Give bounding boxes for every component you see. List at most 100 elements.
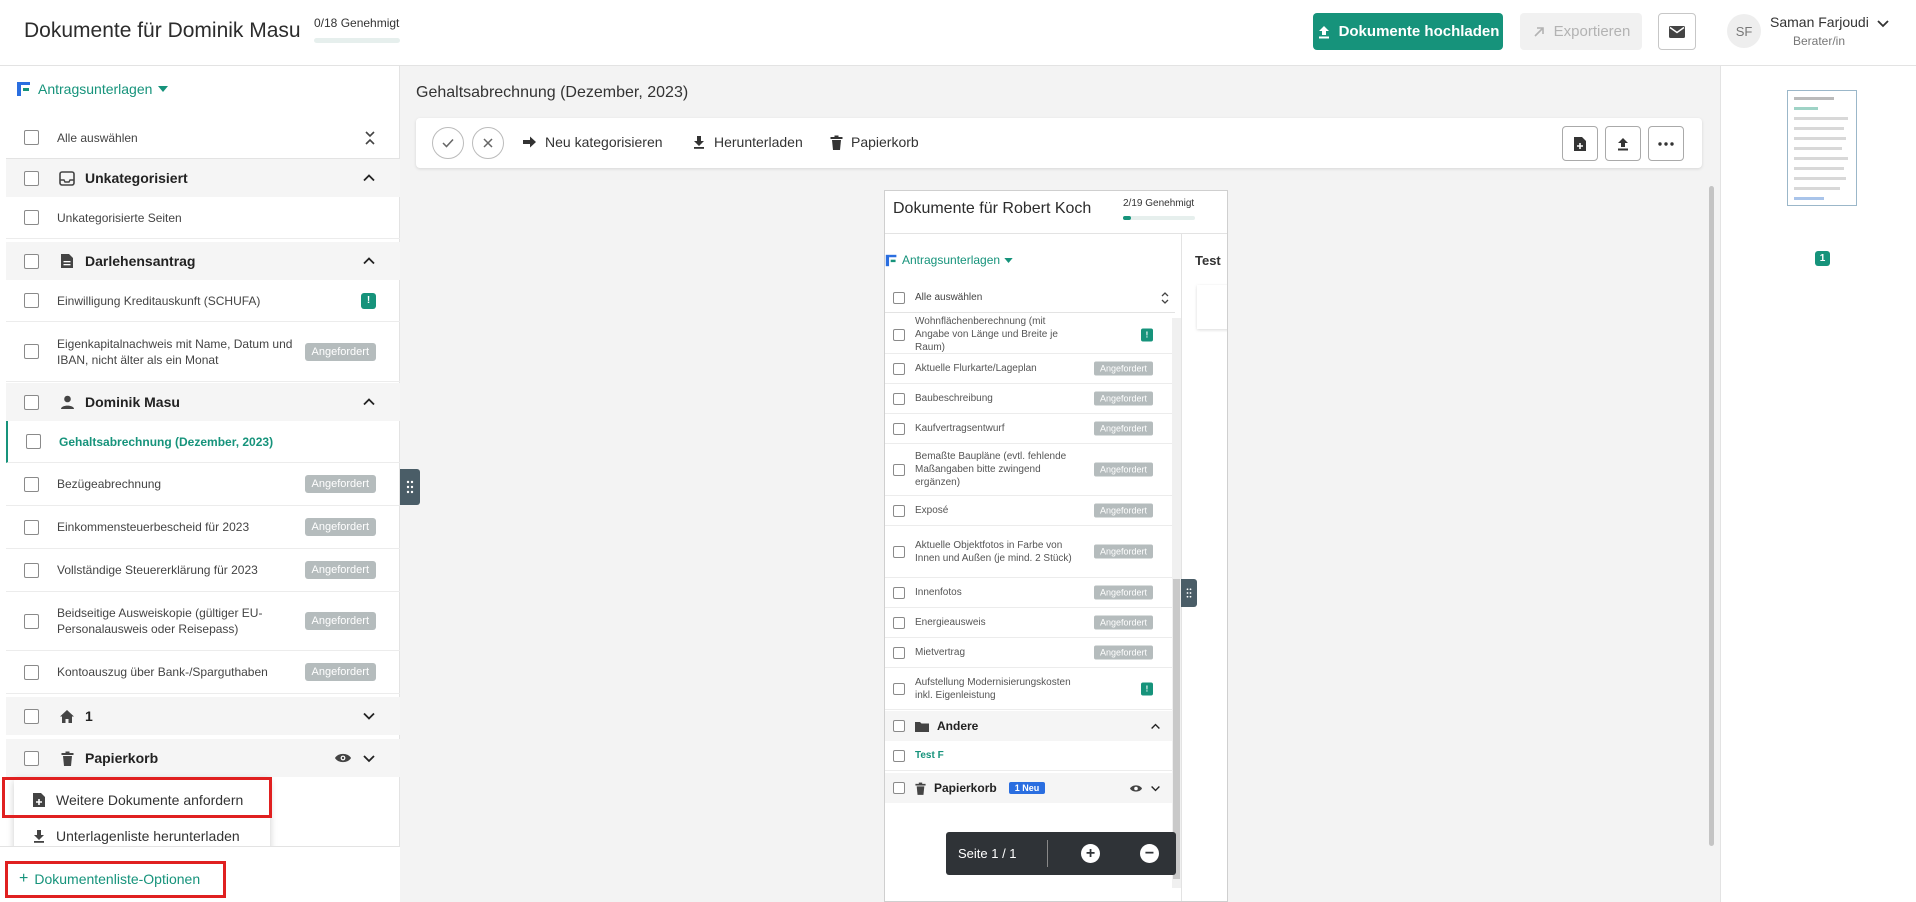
- status-badge: Angefordert: [1093, 544, 1153, 558]
- sidebar-item-schufa[interactable]: Einwilligung Kreditauskunft (SCHUFA) !: [6, 280, 400, 322]
- item-checkbox[interactable]: [24, 519, 39, 535]
- viewer-scrollbar[interactable]: [1709, 186, 1714, 846]
- chevron-up-icon[interactable]: [362, 257, 376, 266]
- preview-checkbox: [893, 545, 905, 558]
- inbox-icon: [57, 170, 77, 186]
- preview-item-label: Energieausweis: [915, 617, 986, 628]
- group-checkbox[interactable]: [24, 708, 39, 724]
- section-selector-label: Antragsunterlagen: [38, 81, 153, 97]
- export-button[interactable]: Exportieren: [1520, 13, 1642, 50]
- sidebar-item-eigenkapitalnachweis[interactable]: Eigenkapitalnachweis mit Name, Datum und…: [6, 322, 400, 382]
- item-checkbox[interactable]: [24, 210, 39, 225]
- thumb-line: [1794, 107, 1818, 110]
- chevron-down-icon[interactable]: [362, 712, 376, 721]
- item-checkbox[interactable]: [24, 344, 39, 359]
- user-name[interactable]: Saman Farjoudi: [1770, 14, 1869, 30]
- upload-icon: [1318, 25, 1329, 38]
- upload-page-button[interactable]: [1605, 126, 1641, 161]
- user-menu-chevron[interactable]: [1876, 16, 1890, 34]
- plus-icon: +: [19, 870, 29, 887]
- download-button[interactable]: Herunterladen: [692, 134, 803, 150]
- preview-approval-bar-fill: [1123, 216, 1131, 220]
- item-checkbox[interactable]: [24, 613, 39, 629]
- preview-section-selector: Antragsunterlagen: [885, 253, 1013, 267]
- page-number-badge: 1: [1815, 251, 1830, 266]
- sidebar-resize-handle[interactable]: [400, 469, 420, 505]
- page-indicator: Seite 1 / 1: [958, 846, 1017, 861]
- download-document-list-item[interactable]: Unterlagenliste herunterladen: [32, 828, 240, 844]
- download-label: Herunterladen: [714, 134, 803, 150]
- group-checkbox[interactable]: [24, 170, 39, 186]
- expand-collapse-icon: [1161, 291, 1169, 304]
- item-checkbox[interactable]: [24, 664, 39, 680]
- item-checkbox[interactable]: [24, 476, 39, 492]
- zoom-in-button[interactable]: +: [1081, 844, 1100, 863]
- approve-button[interactable]: [432, 127, 464, 159]
- group-papierkorb[interactable]: Papierkorb: [6, 739, 400, 777]
- preview-checkbox: [893, 362, 905, 375]
- thumb-line: [1794, 177, 1846, 180]
- arrow-right-icon: [523, 136, 536, 148]
- document-page-preview: Dokumente für Robert Koch 2/19 Genehmigt…: [884, 190, 1228, 902]
- reject-button[interactable]: [472, 127, 504, 159]
- preview-item-label: Aktuelle Flurkarte/Lageplan: [915, 363, 1037, 374]
- upload-documents-button[interactable]: Dokumente hochladen: [1313, 13, 1503, 50]
- page-thumbnail[interactable]: [1787, 90, 1857, 206]
- zoom-out-button[interactable]: −: [1140, 844, 1159, 863]
- preview-checkbox: [893, 422, 905, 435]
- sidebar-item-steuererklaerung[interactable]: Vollständige Steuererklärung für 2023 An…: [6, 549, 400, 592]
- thumb-line: [1794, 147, 1842, 150]
- group-1[interactable]: 1: [6, 697, 400, 735]
- recategorize-button[interactable]: Neu kategorisieren: [522, 134, 663, 150]
- download-document-list-label: Unterlagenliste herunterladen: [56, 828, 240, 844]
- new-badge: 1 Neu: [1008, 782, 1046, 794]
- status-badge: Angefordert: [1093, 462, 1153, 476]
- status-badge: Angefordert: [1093, 645, 1153, 659]
- avatar[interactable]: SF: [1727, 14, 1761, 48]
- collapse-all-toggle[interactable]: [364, 130, 376, 146]
- group-darlehensantrag[interactable]: Darlehensantrag: [6, 242, 400, 280]
- group-checkbox[interactable]: [24, 253, 39, 269]
- document-list-options-button[interactable]: + Dokumentenliste-Optionen: [19, 870, 200, 888]
- page-navigator: Seite 1 / 1 + −: [946, 832, 1176, 875]
- warning-badge: !: [1141, 682, 1153, 695]
- item-checkbox[interactable]: [26, 434, 41, 449]
- chevron-down-icon[interactable]: [362, 754, 376, 763]
- document-list-options-label: Dokumentenliste-Optionen: [34, 871, 201, 887]
- more-options-button[interactable]: [1648, 126, 1684, 161]
- preview-group-papierkorb: Papierkorb 1 Neu: [885, 773, 1173, 803]
- sidebar-item-kontoauszug[interactable]: Kontoauszug über Bank-/Sparguthaben Ange…: [6, 651, 400, 694]
- sidebar-item-ausweiskopie[interactable]: Beidseitige Ausweiskopie (gültiger EU-Pe…: [6, 592, 400, 651]
- section-selector[interactable]: Antragsunterlagen: [16, 81, 169, 97]
- status-badge: Angefordert: [304, 612, 376, 630]
- select-all-checkbox[interactable]: [24, 130, 39, 145]
- more-horizontal-icon: [1658, 141, 1674, 146]
- thumb-line: [1794, 157, 1848, 160]
- select-all-row[interactable]: Alle auswählen: [6, 117, 400, 159]
- sidebar-item-unkategorisierte-seiten[interactable]: Unkategorisierte Seiten: [6, 197, 400, 239]
- sidebar-item-einkommensteuerbescheid[interactable]: Einkommensteuerbescheid für 2023 Angefor…: [6, 506, 400, 549]
- item-checkbox[interactable]: [24, 293, 39, 308]
- sidebar-item-gehaltsabrechnung[interactable]: Gehaltsabrechnung (Dezember, 2023): [6, 421, 400, 463]
- item-checkbox[interactable]: [24, 562, 39, 578]
- group-checkbox[interactable]: [24, 750, 39, 766]
- eye-icon: [1130, 784, 1142, 792]
- add-page-button[interactable]: [1562, 126, 1598, 161]
- item-label: Eigenkapitalnachweis mit Name, Datum und…: [57, 336, 293, 367]
- group-checkbox[interactable]: [24, 394, 39, 410]
- sidebar-item-bezuegeabrechnung[interactable]: Bezügeabrechnung Angefordert: [6, 463, 400, 506]
- home-icon: [57, 709, 77, 724]
- eye-icon[interactable]: [334, 752, 352, 764]
- preview-item-label: Exposé: [915, 505, 949, 516]
- chevron-up-icon[interactable]: [362, 174, 376, 183]
- group-unkategorisiert[interactable]: Unkategorisiert: [6, 159, 400, 197]
- status-badge: Angefordert: [304, 518, 376, 536]
- arrow-up-right-icon: [1534, 26, 1544, 37]
- mail-button[interactable]: [1658, 13, 1696, 50]
- preview-list-item: Bemaßte Baupläne (evtl. fehlende Maßanga…: [885, 444, 1173, 496]
- download-icon: [694, 136, 704, 149]
- move-to-trash-button[interactable]: Papierkorb: [830, 134, 919, 150]
- preview-approval-count: 2/19 Genehmigt: [1123, 198, 1195, 209]
- chevron-up-icon[interactable]: [362, 398, 376, 407]
- group-dominik-masu[interactable]: Dominik Masu: [6, 383, 400, 421]
